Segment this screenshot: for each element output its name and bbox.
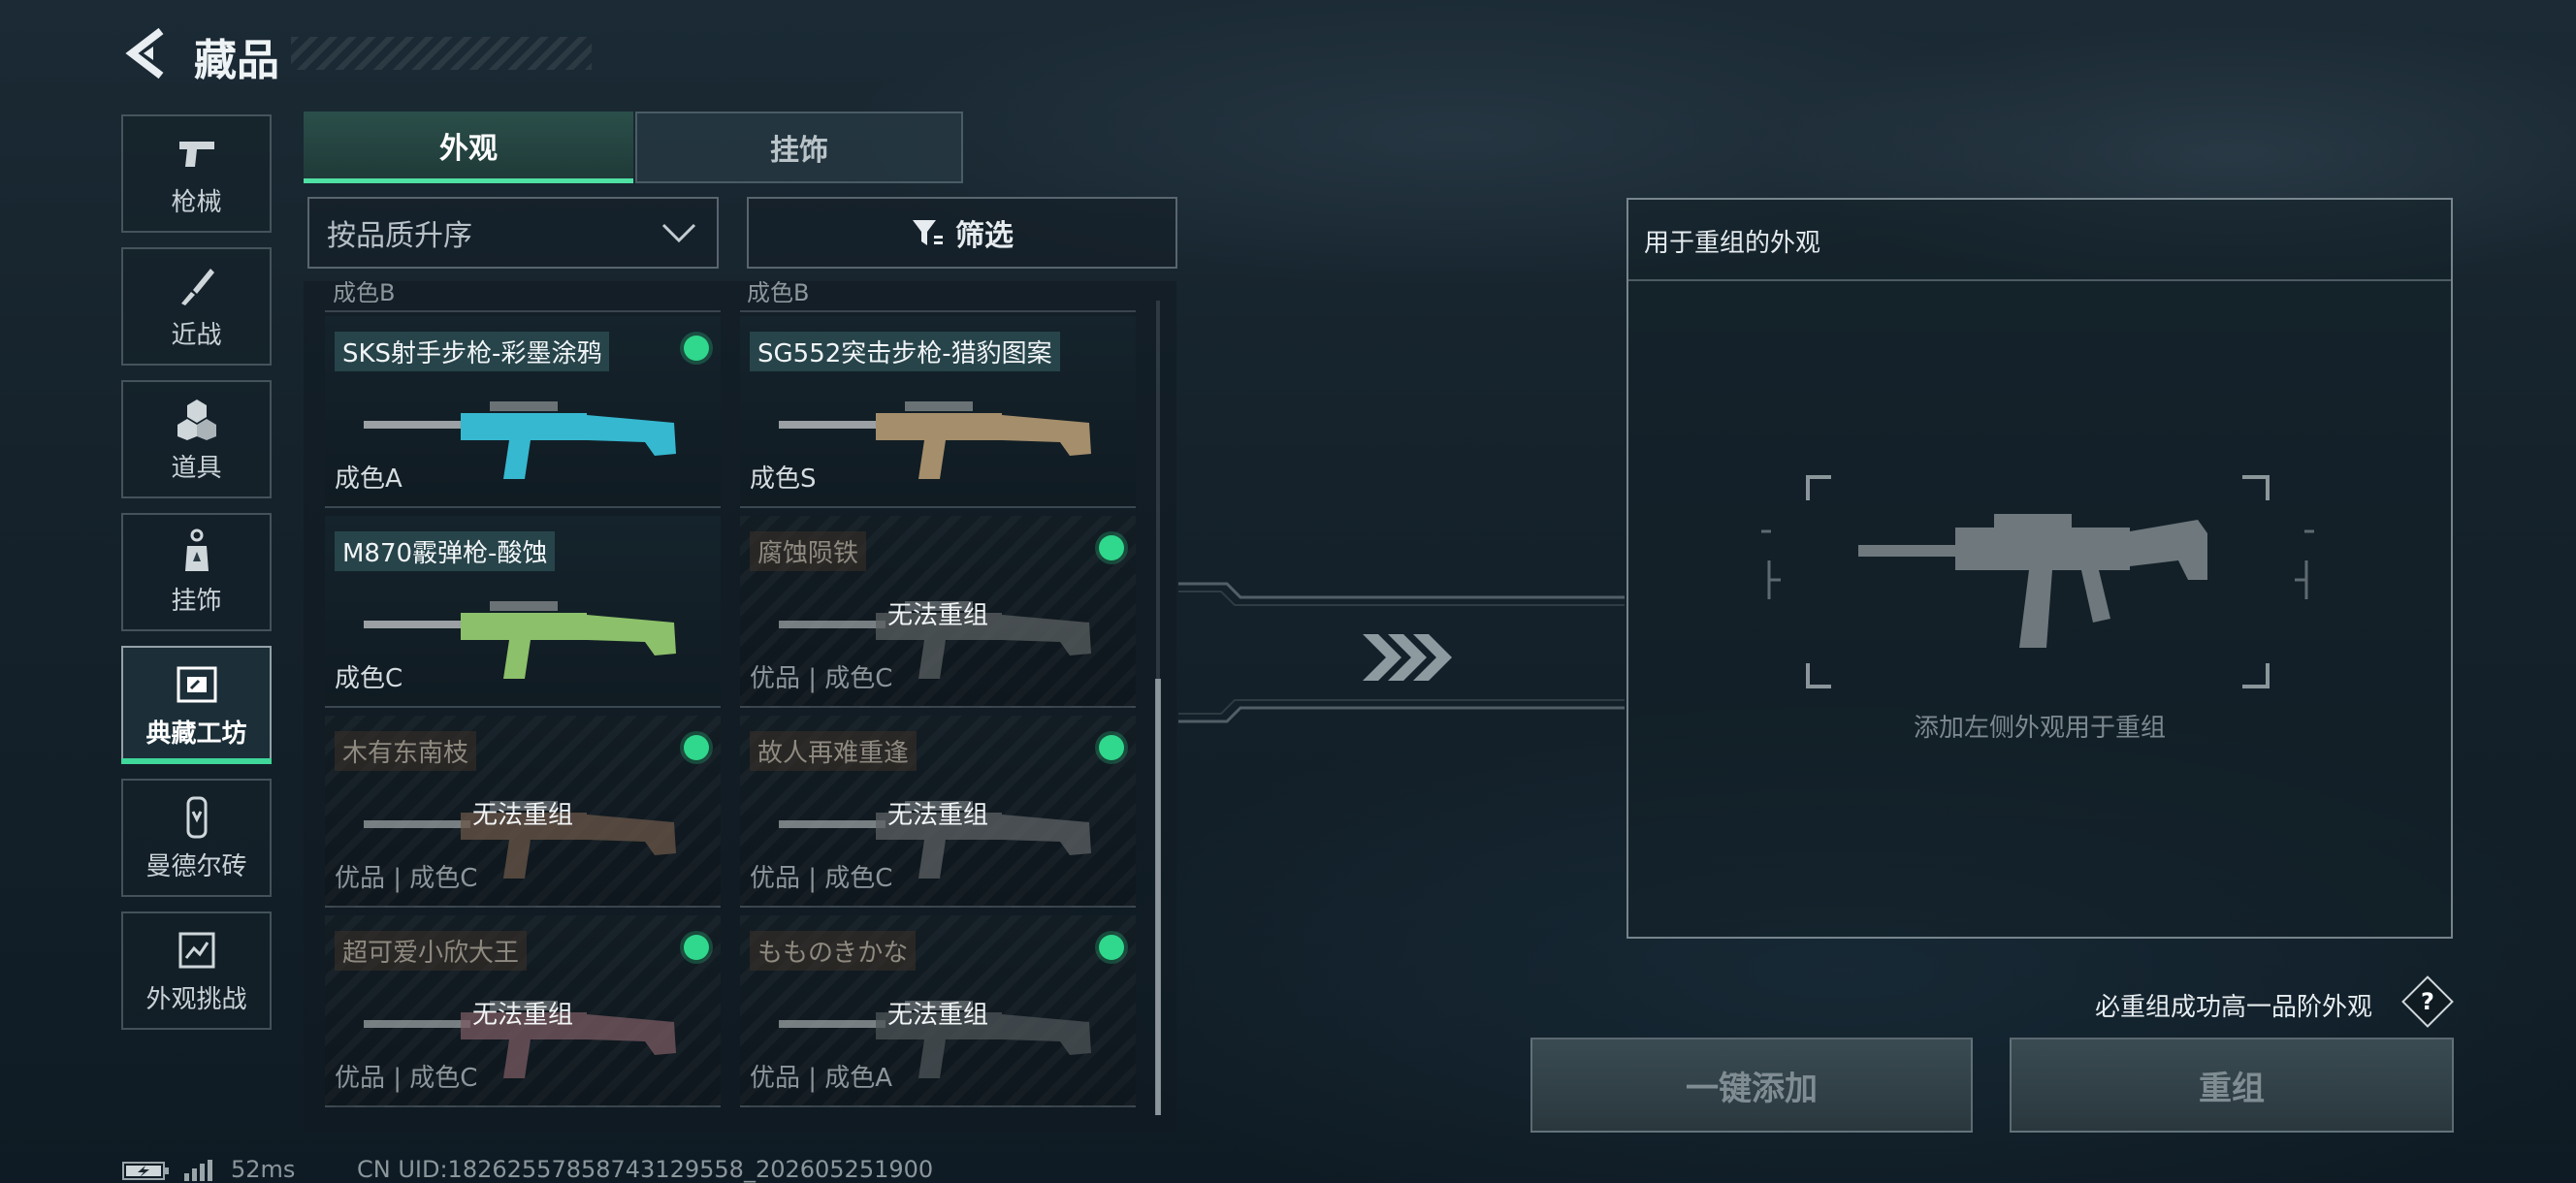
cannot-recombine-label: 无法重组: [886, 1001, 988, 1030]
pistol-icon: [174, 130, 220, 176]
page-title: 藏品: [194, 36, 279, 85]
appearance-grade: 优品 | 成色C: [335, 864, 478, 893]
sidebar-item-label: 枪械: [171, 187, 222, 217]
filter-label: 筛选: [955, 219, 1014, 253]
appearance-name: 木有东南枝: [335, 731, 477, 771]
sidebar-item-challenge[interactable]: 外观挑战: [121, 911, 272, 1030]
selected-indicator-icon: [1099, 535, 1124, 560]
sort-dropdown[interactable]: 按品质升序: [307, 197, 719, 269]
appearance-card[interactable]: 木有东南枝无法重组优品 | 成色C: [325, 716, 721, 908]
divider: [740, 310, 1136, 312]
uid-text: CN UID:18262557858743129558_202605251900: [357, 1156, 934, 1183]
appearance-card[interactable]: SKS射手步枪-彩墨涂鸦成色A: [325, 316, 721, 508]
chevron-right-icon: [1363, 634, 1452, 681]
add-all-button[interactable]: 一键添加: [1530, 1038, 1973, 1133]
sidebar-item-label: 挂饰: [171, 586, 222, 616]
sidebar-item-label: 近战: [171, 320, 222, 350]
header-decoration: [291, 37, 592, 70]
appearance-name: もものきかな: [750, 931, 917, 971]
sidebar-item-label: 曼德尔砖: [145, 851, 247, 881]
charm-icon: [174, 528, 220, 575]
connector-lines: [1178, 582, 1625, 723]
filter-icon: [913, 220, 943, 245]
sort-selected-value: 按品质升序: [327, 219, 472, 253]
ping-text: 52ms: [231, 1156, 296, 1183]
weapon-skin-image: [779, 401, 1091, 479]
appearance-list[interactable]: 成色B 成色B SKS射手步枪-彩墨涂鸦 成色A SG552突击步枪-猎豹图案 成色S…: [304, 281, 1176, 1133]
rifle-placeholder-icon: [1858, 514, 2207, 648]
appearance-grade: 成色C: [335, 664, 403, 693]
cannot-recombine-label: 无法重组: [886, 801, 988, 830]
cannot-recombine-label: 无法重组: [471, 1001, 573, 1030]
brick-icon: [174, 794, 220, 841]
recombine-label: 重组: [2199, 1069, 2265, 1108]
partial-grade-text: 成色B: [333, 281, 396, 306]
appearance-name: SG552突击步枪-猎豹图案: [750, 332, 1060, 371]
sidebar-item-label: 外观挑战: [145, 984, 247, 1014]
appearance-card[interactable]: M870霰弹枪-酸蚀成色C: [325, 516, 721, 708]
appearance-card[interactable]: 故人再难重逢无法重组优品 | 成色C: [740, 716, 1136, 908]
selected-indicator-icon: [684, 336, 709, 361]
selected-indicator-icon: [684, 935, 709, 960]
weapon-skin-image: [364, 401, 676, 479]
appearance-grade: 优品 | 成色C: [750, 664, 893, 693]
list-scrollbar-thumb[interactable]: [1155, 679, 1161, 1115]
sidebar-item-mandel-brick[interactable]: 曼德尔砖: [121, 779, 272, 897]
appearance-name: SKS射手步枪-彩墨涂鸦: [335, 332, 610, 371]
appearance-card[interactable]: もものきかな无法重组优品 | 成色A: [740, 915, 1136, 1107]
cannot-recombine-label: 无法重组: [471, 801, 573, 830]
appearance-card[interactable]: 腐蚀陨铁无法重组优品 | 成色C: [740, 516, 1136, 708]
appearance-name: 腐蚀陨铁: [750, 531, 867, 571]
sidebar-item-workshop[interactable]: 典藏工坊: [121, 646, 272, 764]
sidebar-item-melee[interactable]: 近战: [121, 247, 272, 366]
appearance-card[interactable]: 超可爱小欣大王无法重组优品 | 成色C: [325, 915, 721, 1107]
appearance-grade: 优品 | 成色C: [335, 1064, 478, 1093]
sidebar-item-charms[interactable]: 挂饰: [121, 513, 272, 631]
appearance-card[interactable]: SG552突击步枪-猎豹图案成色S: [740, 316, 1136, 508]
appearance-grade: 成色S: [750, 464, 817, 494]
tab-charms[interactable]: 挂饰: [635, 112, 963, 183]
battery-signal-icon: [122, 1160, 212, 1181]
back-button[interactable]: [124, 27, 173, 80]
selected-indicator-icon: [1099, 935, 1124, 960]
partial-grade-text: 成色B: [747, 281, 810, 306]
sidebar-item-firearms[interactable]: 枪械: [121, 114, 272, 233]
cannot-recombine-label: 无法重组: [886, 601, 988, 630]
recombine-panel-header: 用于重组的外观: [1628, 200, 2451, 281]
chevron-down-icon: [661, 223, 696, 243]
challenge-icon: [174, 927, 220, 974]
divider: [1627, 283, 2452, 287]
appearance-name: 超可爱小欣大王: [335, 931, 528, 971]
add-all-label: 一键添加: [1686, 1069, 1818, 1108]
selected-indicator-icon: [1099, 735, 1124, 760]
help-icon[interactable]: ?: [2409, 983, 2446, 1020]
appearance-name: 故人再难重逢: [750, 731, 918, 771]
tab-appearance[interactable]: 外观: [304, 112, 633, 183]
grenade-icon: [174, 396, 220, 442]
guarantee-note: 必重组成功高一品阶外观: [2095, 993, 2373, 1022]
back-arrow-icon: [125, 27, 164, 80]
workshop-icon: [174, 661, 220, 708]
appearance-grade: 优品 | 成色C: [750, 864, 893, 893]
sidebar-item-items[interactable]: 道具: [121, 380, 272, 498]
filter-button[interactable]: 筛选: [747, 197, 1177, 269]
appearance-grade: 优品 | 成色A: [750, 1064, 893, 1093]
divider: [325, 310, 721, 312]
weapon-skin-image: [364, 601, 676, 679]
knife-icon: [174, 263, 220, 309]
appearance-name: M870霰弹枪-酸蚀: [335, 531, 556, 571]
recombine-hint: 添加左侧外观用于重组: [1913, 714, 2166, 743]
sidebar-item-label: 典藏工坊: [145, 719, 247, 749]
appearance-grade: 成色A: [335, 464, 402, 494]
recombine-slot[interactable]: [1761, 473, 2314, 690]
sidebar-item-label: 道具: [171, 453, 222, 483]
recombine-button[interactable]: 重组: [2010, 1038, 2454, 1133]
selected-indicator-icon: [684, 735, 709, 760]
